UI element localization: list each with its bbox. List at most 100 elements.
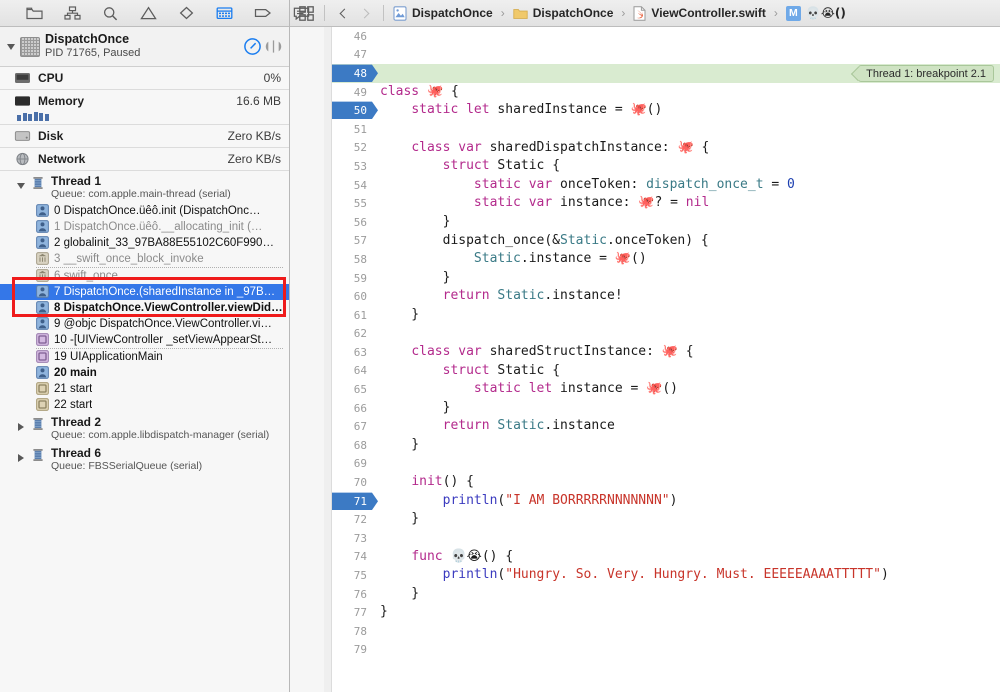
line-number: 77 [332,603,374,622]
thread-spool-icon [30,447,46,463]
gauge-row-disk[interactable]: Disk Zero KB/s [0,125,289,148]
warning-triangle-icon[interactable] [140,5,157,21]
stack-frame-row[interactable]: 20 main [0,365,289,381]
process-app-icon [20,37,40,57]
code-text: class var sharedStructInstance: 🐙 { [332,343,694,362]
stack-frame-row[interactable]: 0 DispatchOnce.üêô.init (DispatchOnc… [0,203,289,219]
jump-bar: DispatchOnce › DispatchOnce › ViewContro… [290,0,1000,27]
report-icon[interactable] [293,5,310,21]
code-line[interactable]: 61 } [332,306,1000,325]
gauge-label: Disk [38,129,228,143]
line-number: 67 [332,417,374,436]
code-line[interactable]: 68 } [332,436,1000,455]
line-number: 56 [332,213,374,232]
stack-frame-row[interactable]: 2 globalinit_33_97BA88E55102C60F990… [0,235,289,251]
code-line[interactable]: 76 } [332,585,1000,604]
code-line[interactable]: 63 class var sharedStructInstance: 🐙 { [332,343,1000,362]
stack-frame-row[interactable]: 6 swift_once [0,268,289,284]
thread-queue: Queue: FBSSerialQueue (serial) [51,460,202,473]
line-number-gutter[interactable] [290,27,332,692]
code-line[interactable]: 46 [332,27,1000,46]
breadcrumb-item-group[interactable]: DispatchOnce [513,6,614,20]
selected-frame-indicator [0,286,9,298]
code-line[interactable]: 66 } [332,399,1000,418]
code-line[interactable]: 50 static let sharedInstance = 🐙() [332,101,1000,120]
stack-frame-row[interactable]: 10 -[UIViewController _setViewAppearSt… [0,332,289,348]
code-line[interactable]: 51 [332,120,1000,139]
code-line[interactable]: 64 struct Static { [332,362,1000,381]
code-line[interactable]: 69 [332,455,1000,474]
diamond-icon[interactable] [178,5,195,21]
sparkline-bar [23,113,27,121]
library-frame-icon [36,269,49,282]
user-frame-icon [36,204,49,217]
code-line[interactable]: 78 [332,622,1000,641]
code-line[interactable]: 47 [332,46,1000,65]
breakpoint-annotation[interactable]: Thread 1: breakpoint 2.1 [858,65,994,82]
code-line[interactable]: 73 [332,529,1000,548]
code-line[interactable]: 77} [332,603,1000,622]
stack-frame-label: 6 swift_once [54,270,118,282]
back-button[interactable] [334,5,351,22]
code-line[interactable]: 67 return Static.instance [332,417,1000,436]
breadcrumb-item-method[interactable]: M 💀😭() [786,6,846,21]
line-number: 59 [332,269,374,288]
stack-frame-label: 20 main [54,367,97,379]
search-icon[interactable] [102,5,119,21]
gauge-icon[interactable] [243,37,262,56]
code-line[interactable]: 56 } [332,213,1000,232]
breadcrumb-item-file[interactable]: ViewController.swift [633,6,765,21]
line-number: 70 [332,473,374,492]
thread-disclosure-triangle[interactable] [14,179,28,193]
code-line[interactable]: 53 struct Static { [332,157,1000,176]
stack-frame-row[interactable]: 19 UIApplicationMain [0,349,289,365]
stack-frame-row[interactable]: 1 DispatchOnce.üêô.__allocating_init (… [0,219,289,235]
code-area[interactable]: 464748private let sharedInstance = 🐙()49… [290,27,1000,692]
stack-frame-row[interactable]: 21 start [0,381,289,397]
tag-icon[interactable] [254,5,272,21]
stack-frame-row[interactable]: 3 __swift_once_block_invoke [0,251,289,267]
code-line[interactable]: 75 println("Hungry. So. Very. Hungry. Mu… [332,566,1000,585]
code-line[interactable]: 55 static var instance: 🐙? = nil [332,194,1000,213]
code-line[interactable]: 52 class var sharedDispatchInstance: 🐙 { [332,139,1000,158]
code-text: println("I AM BORRRRRNNNNNNN") [332,492,677,511]
stack-frame-row[interactable]: 7 DispatchOnce.(sharedInstance in _97B… [0,284,289,300]
forward-button[interactable] [357,5,374,22]
code-line[interactable]: 57 dispatch_once(&Static.onceToken) { [332,232,1000,251]
process-header[interactable]: DispatchOnce PID 71765, Paused [0,27,289,67]
code-line[interactable]: 54 static var onceToken: dispatch_once_t… [332,176,1000,195]
code-rows[interactable]: 464748private let sharedInstance = 🐙()49… [332,27,1000,692]
stack-frame-row[interactable]: 22 start [0,397,289,413]
code-line[interactable]: 72 } [332,510,1000,529]
code-line[interactable]: 58 Static.instance = 🐙() [332,250,1000,269]
thread-disclosure-triangle[interactable] [14,420,28,434]
code-line[interactable]: 62 [332,325,1000,344]
network-icon [14,152,31,166]
code-line[interactable]: 74 func 💀😭() { [332,548,1000,567]
line-number: 64 [332,362,374,381]
thread-header[interactable]: Thread 1Queue: com.apple.main-thread (se… [0,172,289,203]
process-disclosure-triangle[interactable] [4,40,18,54]
thread-name: Thread 1 [51,174,231,188]
folder-icon[interactable] [26,5,43,21]
hierarchy-icon[interactable] [64,5,81,21]
split-view-icon[interactable] [264,37,283,56]
thread-disclosure-triangle[interactable] [14,451,28,465]
thread-header[interactable]: Thread 6Queue: FBSSerialQueue (serial) [0,444,289,475]
code-line[interactable]: 71 println("I AM BORRRRRNNNNNNN") [332,492,1000,511]
debug-icon[interactable] [216,5,233,21]
disk-icon [14,129,31,143]
gauge-row-network[interactable]: Network Zero KB/s [0,148,289,171]
breadcrumb-item-project[interactable]: DispatchOnce [393,6,493,21]
thread-header[interactable]: Thread 2Queue: com.apple.libdispatch-man… [0,413,289,444]
code-line[interactable]: 60 return Static.instance! [332,287,1000,306]
gauge-row-cpu[interactable]: CPU 0% [0,67,289,90]
gauge-row-memory[interactable]: Memory 16.6 MB [0,90,289,125]
code-line[interactable]: 65 static let instance = 🐙() [332,380,1000,399]
stack-frame-row[interactable]: 9 @objc DispatchOnce.ViewController.vi… [0,316,289,332]
stack-frame-row[interactable]: 8 DispatchOnce.ViewController.viewDid… [0,300,289,316]
code-line[interactable]: 59 } [332,269,1000,288]
code-line[interactable]: 79 [332,641,1000,660]
code-line[interactable]: 70 init() { [332,473,1000,492]
code-line[interactable]: 49class 🐙 { [332,83,1000,102]
